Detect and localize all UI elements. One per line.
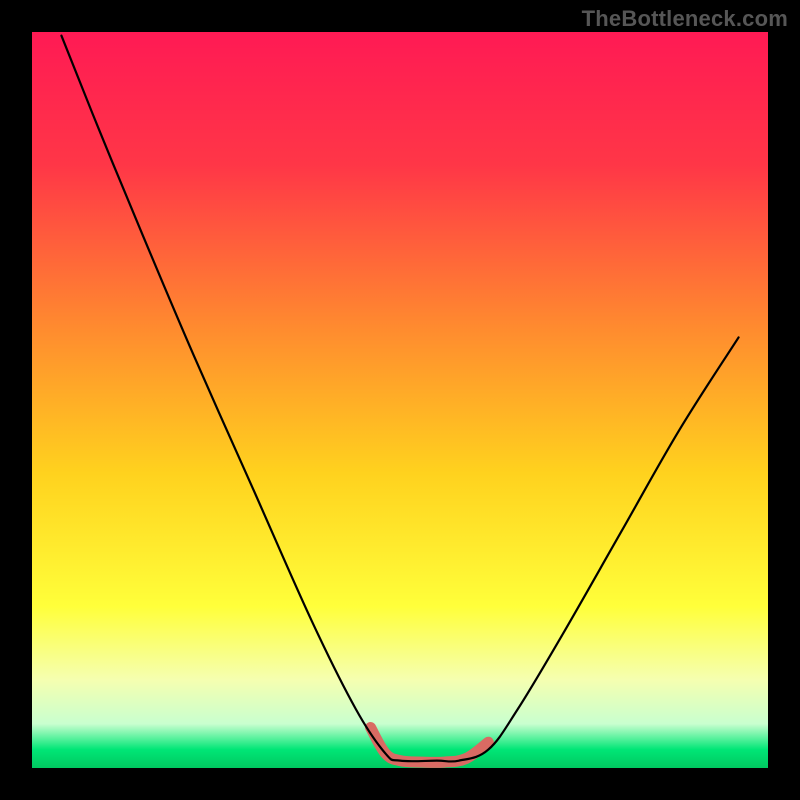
chart-canvas bbox=[0, 0, 800, 800]
plot-background bbox=[32, 32, 768, 768]
watermark-text: TheBottleneck.com bbox=[582, 6, 788, 32]
chart-frame: TheBottleneck.com bbox=[0, 0, 800, 800]
